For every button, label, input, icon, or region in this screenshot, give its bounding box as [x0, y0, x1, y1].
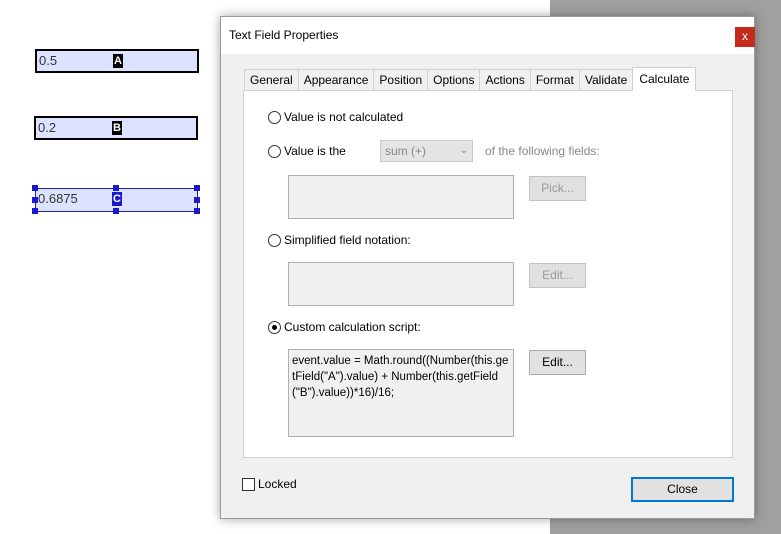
radio-custom-script[interactable]: Custom calculation script: [268, 320, 421, 334]
simplified-edit-button[interactable]: Edit... [529, 263, 586, 288]
radio-label: Simplified field notation: [284, 233, 411, 247]
field-name-tag: B [112, 121, 122, 135]
radio-label: Value is not calculated [284, 110, 404, 124]
radio-simplified[interactable]: Simplified field notation: [268, 233, 411, 247]
radio-value-is[interactable]: Value is the [268, 144, 346, 158]
fields-list-box[interactable] [288, 175, 514, 219]
function-select-value: sum (+) [385, 144, 427, 158]
radio-label: Custom calculation script: [284, 320, 421, 334]
radio-not-calculated[interactable]: Value is not calculated [268, 110, 403, 124]
locked-checkbox-row[interactable]: Locked [242, 477, 297, 491]
dialog-title: Text Field Properties [229, 28, 339, 42]
locked-checkbox[interactable] [242, 477, 255, 491]
custom-script-edit-button[interactable]: Edit... [529, 350, 586, 375]
resize-handle[interactable] [32, 185, 38, 191]
field-name-tag: C [112, 192, 122, 206]
radio-button[interactable] [268, 110, 281, 124]
locked-label: Locked [258, 477, 297, 491]
tab-general[interactable]: General [244, 69, 298, 91]
resize-handle[interactable] [194, 185, 200, 191]
function-select[interactable]: sum (+) ⌄ [380, 140, 473, 162]
chevron-down-icon: ⌄ [459, 145, 468, 156]
tab-actions[interactable]: Actions [479, 69, 530, 91]
tab-position[interactable]: Position [373, 69, 428, 91]
radio-button[interactable] [268, 233, 281, 247]
field-value: 0.2 [38, 120, 57, 135]
text-field-properties-dialog: Text Field Properties x General Appearan… [220, 16, 755, 519]
simplified-notation-box[interactable] [288, 262, 514, 306]
tab-format[interactable]: Format [529, 69, 579, 91]
radio-label: Value is the [284, 144, 346, 158]
tab-bar: General Appearance Position Options Acti… [244, 67, 697, 91]
dialog-titlebar[interactable]: Text Field Properties x [221, 17, 755, 54]
resize-handle[interactable] [194, 208, 200, 214]
form-field-b[interactable]: 0.2 B [34, 116, 198, 140]
radio-button[interactable] [268, 144, 281, 158]
calculate-panel: Value is not calculated Value is the sum… [243, 90, 733, 458]
close-icon[interactable]: x [735, 27, 755, 47]
resize-handle[interactable] [32, 197, 38, 203]
resize-handle[interactable] [32, 208, 38, 214]
tab-options[interactable]: Options [427, 69, 480, 91]
tab-validate[interactable]: Validate [578, 69, 633, 91]
close-button[interactable]: Close [631, 477, 734, 502]
field-value: 0.6875 [38, 191, 78, 206]
field-value: 0.5 [39, 53, 58, 68]
resize-handle[interactable] [113, 208, 119, 214]
resize-handle[interactable] [113, 185, 119, 191]
tab-calculate[interactable]: Calculate [632, 67, 697, 91]
custom-script-box[interactable]: event.value = Math.round((Number(this.ge… [288, 349, 514, 437]
field-name-tag: A [113, 54, 123, 68]
pick-button[interactable]: Pick... [529, 176, 586, 201]
resize-handle[interactable] [194, 197, 200, 203]
radio-button-checked[interactable] [268, 320, 281, 334]
tab-appearance[interactable]: Appearance [297, 69, 374, 91]
form-field-a[interactable]: 0.5 A [35, 49, 199, 73]
following-fields-label: of the following fields: [485, 144, 600, 158]
